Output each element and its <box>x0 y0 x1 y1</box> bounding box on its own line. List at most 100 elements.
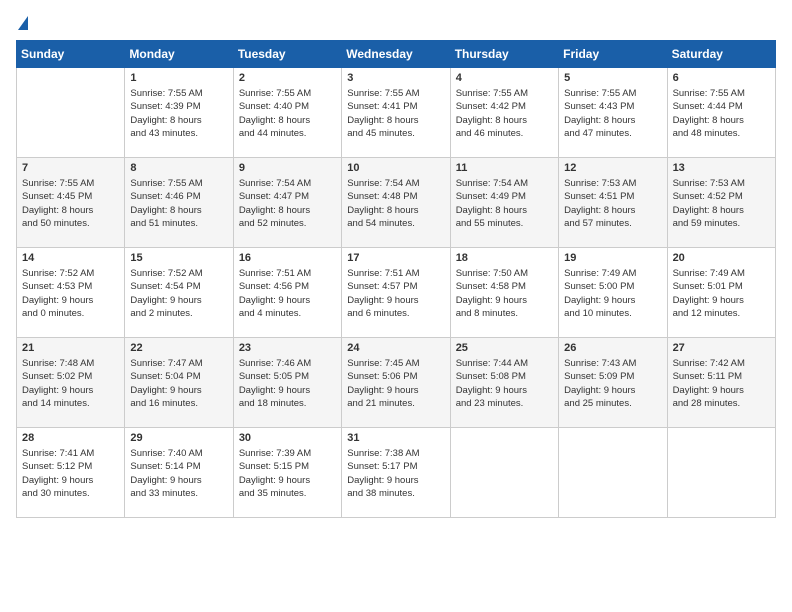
day-info: Sunrise: 7:40 AM Sunset: 5:14 PM Dayligh… <box>130 447 227 500</box>
day-number: 25 <box>456 342 553 354</box>
calendar-cell: 6 Sunrise: 7:55 AM Sunset: 4:44 PM Daylig… <box>667 68 775 158</box>
calendar-cell: 12 Sunrise: 7:53 AM Sunset: 4:51 PM Dayli… <box>559 158 667 248</box>
day-info: Sunrise: 7:55 AM Sunset: 4:42 PM Dayligh… <box>456 87 553 140</box>
day-header-sunday: Sunday <box>17 41 125 68</box>
day-number: 12 <box>564 162 661 174</box>
calendar-cell: 8 Sunrise: 7:55 AM Sunset: 4:46 PM Daylig… <box>125 158 233 248</box>
day-info: Sunrise: 7:54 AM Sunset: 4:47 PM Dayligh… <box>239 177 336 230</box>
day-number: 15 <box>130 252 227 264</box>
calendar-cell: 26 Sunrise: 7:43 AM Sunset: 5:09 PM Dayli… <box>559 338 667 428</box>
day-info: Sunrise: 7:51 AM Sunset: 4:57 PM Dayligh… <box>347 267 444 320</box>
logo-triangle-icon <box>18 16 28 30</box>
day-number: 26 <box>564 342 661 354</box>
calendar-cell: 14 Sunrise: 7:52 AM Sunset: 4:53 PM Dayli… <box>17 248 125 338</box>
day-header-friday: Friday <box>559 41 667 68</box>
calendar-cell: 13 Sunrise: 7:53 AM Sunset: 4:52 PM Dayli… <box>667 158 775 248</box>
calendar-cell: 28 Sunrise: 7:41 AM Sunset: 5:12 PM Dayli… <box>17 428 125 518</box>
day-info: Sunrise: 7:55 AM Sunset: 4:40 PM Dayligh… <box>239 87 336 140</box>
day-number: 27 <box>673 342 770 354</box>
day-number: 10 <box>347 162 444 174</box>
day-header-thursday: Thursday <box>450 41 558 68</box>
calendar-cell: 25 Sunrise: 7:44 AM Sunset: 5:08 PM Dayli… <box>450 338 558 428</box>
day-info: Sunrise: 7:47 AM Sunset: 5:04 PM Dayligh… <box>130 357 227 410</box>
day-number: 3 <box>347 72 444 84</box>
day-number: 17 <box>347 252 444 264</box>
day-number: 14 <box>22 252 119 264</box>
day-number: 9 <box>239 162 336 174</box>
day-info: Sunrise: 7:53 AM Sunset: 4:52 PM Dayligh… <box>673 177 770 230</box>
calendar-cell: 2 Sunrise: 7:55 AM Sunset: 4:40 PM Daylig… <box>233 68 341 158</box>
day-info: Sunrise: 7:43 AM Sunset: 5:09 PM Dayligh… <box>564 357 661 410</box>
calendar-table: SundayMondayTuesdayWednesdayThursdayFrid… <box>16 40 776 518</box>
calendar-cell: 5Sunrise: 7:55 AM Sunset: 4:43 PM Daylig… <box>559 68 667 158</box>
day-info: Sunrise: 7:55 AM Sunset: 4:41 PM Dayligh… <box>347 87 444 140</box>
calendar-cell <box>450 428 558 518</box>
day-info: Sunrise: 7:42 AM Sunset: 5:11 PM Dayligh… <box>673 357 770 410</box>
day-number: 13 <box>673 162 770 174</box>
calendar-cell: 19 Sunrise: 7:49 AM Sunset: 5:00 PM Dayli… <box>559 248 667 338</box>
day-header-tuesday: Tuesday <box>233 41 341 68</box>
day-info: Sunrise: 7:54 AM Sunset: 4:48 PM Dayligh… <box>347 177 444 230</box>
day-number: 2 <box>239 72 336 84</box>
calendar-cell: 21 Sunrise: 7:48 AM Sunset: 5:02 PM Dayli… <box>17 338 125 428</box>
day-number: 29 <box>130 432 227 444</box>
calendar-cell: 16 Sunrise: 7:51 AM Sunset: 4:56 PM Dayli… <box>233 248 341 338</box>
calendar-cell <box>559 428 667 518</box>
calendar-cell: 22 Sunrise: 7:47 AM Sunset: 5:04 PM Dayli… <box>125 338 233 428</box>
day-info: Sunrise: 7:55 AM Sunset: 4:45 PM Dayligh… <box>22 177 119 230</box>
day-info: Sunrise: 7:41 AM Sunset: 5:12 PM Dayligh… <box>22 447 119 500</box>
calendar-cell: 9 Sunrise: 7:54 AM Sunset: 4:47 PM Daylig… <box>233 158 341 248</box>
calendar-cell: 29 Sunrise: 7:40 AM Sunset: 5:14 PM Dayli… <box>125 428 233 518</box>
day-info: Sunrise: 7:51 AM Sunset: 4:56 PM Dayligh… <box>239 267 336 320</box>
day-number: 24 <box>347 342 444 354</box>
day-info: Sunrise: 7:50 AM Sunset: 4:58 PM Dayligh… <box>456 267 553 320</box>
calendar-cell: 7 Sunrise: 7:55 AM Sunset: 4:45 PM Daylig… <box>17 158 125 248</box>
day-info: Sunrise: 7:45 AM Sunset: 5:06 PM Dayligh… <box>347 357 444 410</box>
calendar-cell: 15 Sunrise: 7:52 AM Sunset: 4:54 PM Dayli… <box>125 248 233 338</box>
logo <box>16 16 28 30</box>
day-number: 21 <box>22 342 119 354</box>
day-number: 6 <box>673 72 770 84</box>
day-info: Sunrise: 7:44 AM Sunset: 5:08 PM Dayligh… <box>456 357 553 410</box>
calendar-cell: 4 Sunrise: 7:55 AM Sunset: 4:42 PM Daylig… <box>450 68 558 158</box>
day-number: 16 <box>239 252 336 264</box>
day-number: 5 <box>564 72 661 84</box>
calendar-week-row: 28 Sunrise: 7:41 AM Sunset: 5:12 PM Dayli… <box>17 428 776 518</box>
day-info: Sunrise: 7:49 AM Sunset: 5:00 PM Dayligh… <box>564 267 661 320</box>
calendar-cell: 11 Sunrise: 7:54 AM Sunset: 4:49 PM Dayli… <box>450 158 558 248</box>
day-info: Sunrise: 7:55 AM Sunset: 4:44 PM Dayligh… <box>673 87 770 140</box>
day-number: 31 <box>347 432 444 444</box>
day-number: 7 <box>22 162 119 174</box>
day-info: Sunrise: 7:39 AM Sunset: 5:15 PM Dayligh… <box>239 447 336 500</box>
calendar-header-row: SundayMondayTuesdayWednesdayThursdayFrid… <box>17 41 776 68</box>
calendar-cell: 23Sunrise: 7:46 AM Sunset: 5:05 PM Dayli… <box>233 338 341 428</box>
calendar-week-row: 14 Sunrise: 7:52 AM Sunset: 4:53 PM Dayli… <box>17 248 776 338</box>
calendar-cell: 24 Sunrise: 7:45 AM Sunset: 5:06 PM Dayli… <box>342 338 450 428</box>
day-info: Sunrise: 7:49 AM Sunset: 5:01 PM Dayligh… <box>673 267 770 320</box>
day-number: 11 <box>456 162 553 174</box>
day-header-wednesday: Wednesday <box>342 41 450 68</box>
calendar-cell: 18Sunrise: 7:50 AM Sunset: 4:58 PM Dayli… <box>450 248 558 338</box>
day-number: 1 <box>130 72 227 84</box>
calendar-week-row: 21 Sunrise: 7:48 AM Sunset: 5:02 PM Dayli… <box>17 338 776 428</box>
day-number: 4 <box>456 72 553 84</box>
day-info: Sunrise: 7:48 AM Sunset: 5:02 PM Dayligh… <box>22 357 119 410</box>
calendar-cell: 20 Sunrise: 7:49 AM Sunset: 5:01 PM Dayli… <box>667 248 775 338</box>
day-info: Sunrise: 7:53 AM Sunset: 4:51 PM Dayligh… <box>564 177 661 230</box>
day-info: Sunrise: 7:55 AM Sunset: 4:46 PM Dayligh… <box>130 177 227 230</box>
calendar-week-row: 1 Sunrise: 7:55 AM Sunset: 4:39 PM Daylig… <box>17 68 776 158</box>
calendar-cell: 30Sunrise: 7:39 AM Sunset: 5:15 PM Dayli… <box>233 428 341 518</box>
day-info: Sunrise: 7:38 AM Sunset: 5:17 PM Dayligh… <box>347 447 444 500</box>
day-info: Sunrise: 7:55 AM Sunset: 4:39 PM Dayligh… <box>130 87 227 140</box>
day-info: Sunrise: 7:54 AM Sunset: 4:49 PM Dayligh… <box>456 177 553 230</box>
calendar-week-row: 7 Sunrise: 7:55 AM Sunset: 4:45 PM Daylig… <box>17 158 776 248</box>
day-number: 19 <box>564 252 661 264</box>
day-number: 22 <box>130 342 227 354</box>
day-number: 23 <box>239 342 336 354</box>
day-info: Sunrise: 7:52 AM Sunset: 4:54 PM Dayligh… <box>130 267 227 320</box>
day-number: 20 <box>673 252 770 264</box>
day-number: 28 <box>22 432 119 444</box>
day-info: Sunrise: 7:52 AM Sunset: 4:53 PM Dayligh… <box>22 267 119 320</box>
day-number: 8 <box>130 162 227 174</box>
calendar-cell: 3 Sunrise: 7:55 AM Sunset: 4:41 PM Daylig… <box>342 68 450 158</box>
